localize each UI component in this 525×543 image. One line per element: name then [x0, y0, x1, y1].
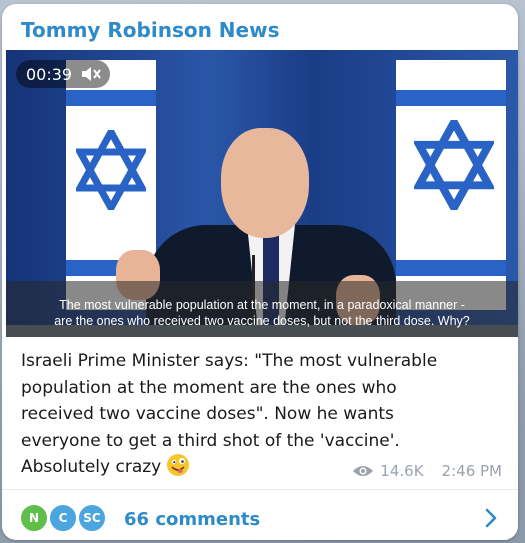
video-duration: 00:39 — [26, 64, 73, 84]
commenter-avatar: C — [48, 503, 78, 533]
message-line: Israeli Prime Minister says: "The most v… — [21, 351, 438, 371]
muted-speaker-icon[interactable] — [80, 64, 102, 84]
message-text: Israeli Prime Minister says: "The most v… — [21, 348, 491, 481]
commenter-avatar: N — [19, 503, 49, 533]
message-line-text: Absolutely crazy — [21, 457, 162, 477]
commenter-avatar: SC — [77, 503, 107, 533]
message-line: population at the moment are the ones wh… — [21, 377, 397, 398]
video-subtitle: The most vulnerable population at the mo… — [6, 297, 518, 329]
speaker-head — [221, 128, 309, 238]
subtitle-line: are the ones who received two vaccine do… — [54, 314, 470, 328]
flag-right — [396, 60, 506, 310]
message-line: everyone to get a third shot of the 'vac… — [21, 430, 400, 451]
video-player[interactable]: The most vulnerable population at the mo… — [6, 50, 518, 337]
message-meta: 14.6K 2:46 PM — [352, 462, 502, 480]
comments-button[interactable]: N C SC 66 comments — [2, 490, 518, 540]
channel-post: Tommy Robinson News The most vulnerable … — [2, 4, 518, 540]
view-count: 14.6K — [380, 462, 424, 480]
zany-face-emoji-icon — [166, 454, 189, 476]
channel-name[interactable]: Tommy Robinson News — [21, 18, 280, 42]
chevron-right-icon[interactable] — [484, 507, 498, 529]
message-line: received two vaccine doses". Now he want… — [21, 404, 394, 424]
views-eye-icon — [353, 466, 374, 476]
subtitle-line: The most vulnerable population at the mo… — [59, 298, 465, 312]
comments-count-label[interactable]: 66 comments — [124, 509, 260, 530]
star-of-david-icon — [76, 130, 146, 210]
star-of-david-icon — [414, 120, 494, 210]
video-duration-pill[interactable]: 00:39 — [16, 60, 111, 88]
post-time: 2:46 PM — [441, 462, 502, 480]
